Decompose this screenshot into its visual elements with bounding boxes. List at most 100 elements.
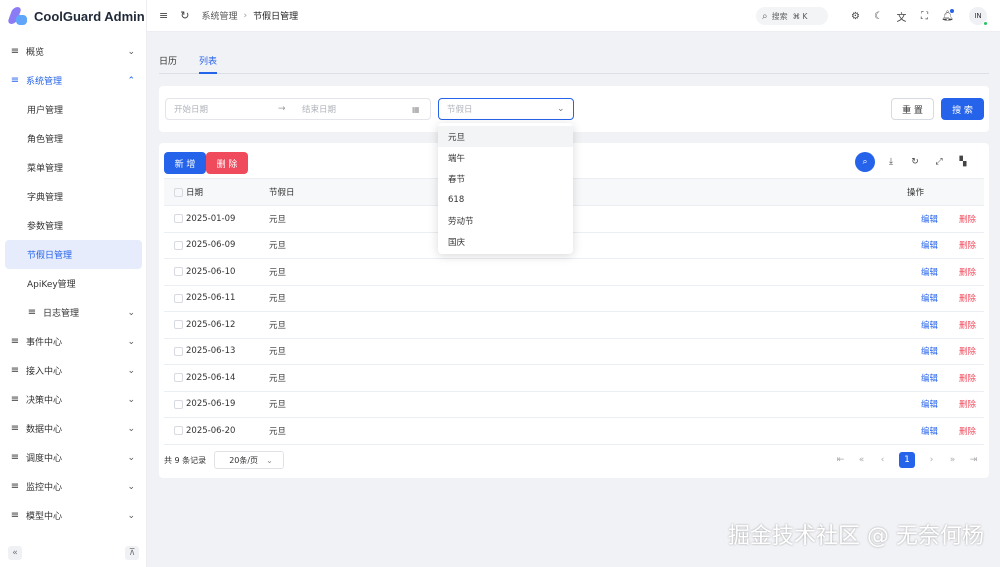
delete-link[interactable]: 删除 xyxy=(959,398,976,410)
reset-button[interactable]: 重 置 xyxy=(891,98,934,120)
sidebar-item-access[interactable]: ≡ 接入中心 ⌄ xyxy=(0,356,147,385)
row-checkbox[interactable] xyxy=(173,214,183,224)
next-page-icon[interactable]: › xyxy=(921,455,942,465)
search-icon: ⌕ xyxy=(762,10,768,22)
row-checkbox[interactable] xyxy=(173,399,183,409)
collapse-icon[interactable]: « xyxy=(8,546,22,560)
list-icon: ≡ xyxy=(10,423,20,434)
column-header-ops: 操作 xyxy=(907,188,925,198)
menu-toggle-icon[interactable]: ≡ xyxy=(159,9,168,22)
refresh-icon[interactable]: ↻ xyxy=(903,157,927,167)
edit-link[interactable]: 编辑 xyxy=(921,372,938,384)
settings-icon[interactable]: ⚙ xyxy=(844,11,867,22)
edit-link[interactable]: 编辑 xyxy=(921,292,938,304)
delete-link[interactable]: 删除 xyxy=(959,292,976,304)
next-group-icon[interactable]: » xyxy=(942,455,963,465)
edit-link[interactable]: 编辑 xyxy=(921,266,938,278)
sidebar-item-schedule[interactable]: ≡ 调度中心 ⌄ xyxy=(0,443,147,472)
delete-link[interactable]: 删除 xyxy=(959,266,976,278)
sidebar-item-events[interactable]: ≡ 事件中心 ⌄ xyxy=(0,327,147,356)
end-date-input[interactable]: 结束日期 xyxy=(298,103,412,115)
sidebar-item-logs[interactable]: ≡ 日志管理 ⌄ xyxy=(0,298,147,327)
delete-link[interactable]: 删除 xyxy=(959,372,976,384)
row-checkbox[interactable] xyxy=(173,293,183,303)
tab-list[interactable]: 列表 xyxy=(199,51,218,74)
sidebar-item-decision[interactable]: ≡ 决策中心 ⌄ xyxy=(0,385,147,414)
date-range-picker[interactable]: 开始日期 → 结束日期 ▦ xyxy=(165,98,431,120)
sidebar-item-model[interactable]: ≡ 模型中心 ⌄ xyxy=(0,501,147,530)
columns-icon[interactable]: ▚ xyxy=(951,157,975,167)
add-button[interactable]: 新 增 xyxy=(164,152,206,174)
global-search[interactable]: ⌕ 搜索 ⌘ K xyxy=(756,7,828,25)
dropdown-option[interactable]: 国庆 xyxy=(438,231,573,252)
sidebar-item-apikey[interactable]: ApiKey管理 xyxy=(0,269,147,298)
row-checkbox[interactable] xyxy=(173,346,183,356)
chevron-down-icon: ⌄ xyxy=(127,452,135,463)
edit-link[interactable]: 编辑 xyxy=(921,239,938,251)
edit-link[interactable]: 编辑 xyxy=(921,345,938,357)
sidebar-item-monitor[interactable]: ≡ 监控中心 ⌄ xyxy=(0,472,147,501)
search-button[interactable]: 搜 索 xyxy=(941,98,984,120)
breadcrumb-item[interactable]: 系统管理 xyxy=(201,9,237,22)
sidebar-item-data[interactable]: ≡ 数据中心 ⌄ xyxy=(0,414,147,443)
last-page-icon[interactable]: ⇥ xyxy=(963,455,984,465)
download-icon[interactable]: ⤓ xyxy=(879,157,903,167)
bell-icon[interactable]: 🔔︎ xyxy=(936,8,959,22)
cell-ops: 编辑 删除 xyxy=(889,425,984,437)
arrow-right-icon: → xyxy=(278,104,286,114)
edit-link[interactable]: 编辑 xyxy=(921,319,938,331)
row-checkbox[interactable] xyxy=(173,267,183,277)
batch-delete-button[interactable]: 删 除 xyxy=(206,152,248,174)
cell-date: 2025-06-12 xyxy=(186,319,236,330)
sidebar-item-system[interactable]: ≡ 系统管理 ⌃ xyxy=(0,66,147,95)
logo-icon xyxy=(6,6,28,26)
refresh-icon[interactable]: ↻ xyxy=(180,9,189,22)
row-checkbox[interactable] xyxy=(173,426,183,436)
sidebar-item-overview[interactable]: ≡ 概览 ⌄ xyxy=(0,37,147,66)
sidebar-item-roles[interactable]: 角色管理 xyxy=(0,124,147,153)
delete-link[interactable]: 删除 xyxy=(959,239,976,251)
cell-holiday: 元旦 xyxy=(269,400,287,411)
cell-date: 2025-01-09 xyxy=(186,213,236,224)
row-checkbox[interactable] xyxy=(173,373,183,383)
brand[interactable]: CoolGuard Admin xyxy=(0,0,146,32)
prev-page-icon[interactable]: ‹ xyxy=(872,455,893,465)
dark-mode-icon[interactable]: ☾ xyxy=(867,11,890,22)
delete-link[interactable]: 删除 xyxy=(959,345,976,357)
translate-icon[interactable]: 文 xyxy=(890,9,913,24)
tab-calendar[interactable]: 日历 xyxy=(159,51,177,74)
dropdown-option[interactable]: 618 xyxy=(438,189,573,210)
delete-link[interactable]: 删除 xyxy=(959,319,976,331)
sidebar-item-menus[interactable]: 菜单管理 xyxy=(0,153,147,182)
delete-link[interactable]: 删除 xyxy=(959,213,976,225)
avatar[interactable]: IN xyxy=(969,7,988,26)
prev-group-icon[interactable]: « xyxy=(851,455,872,465)
holiday-table: 日期 节假日 操作 2025-01-09 元旦 编辑 删除 2025-06-09 元旦 编辑… xyxy=(164,178,984,445)
row-checkbox[interactable] xyxy=(173,240,183,250)
sidebar-menu: ≡ 概览 ⌄ ≡ 系统管理 ⌃ 用户管理 角色管理 菜单管理 字典管理 参数管理… xyxy=(0,37,147,530)
holiday-select[interactable]: 节假日 ⌄ xyxy=(438,98,574,120)
chevron-down-icon: ⌄ xyxy=(127,336,135,347)
page-number[interactable]: 1 xyxy=(899,452,915,468)
fullscreen-icon[interactable]: ⤢ xyxy=(927,157,951,167)
row-checkbox[interactable] xyxy=(173,320,183,330)
fullscreen-icon[interactable]: ⛶ xyxy=(913,11,936,22)
page-size-select[interactable]: 20条/页 ⌄ xyxy=(214,451,285,469)
start-date-input[interactable]: 开始日期 xyxy=(166,103,278,115)
sidebar-item-params[interactable]: 参数管理 xyxy=(0,211,147,240)
first-page-icon[interactable]: ⇤ xyxy=(830,455,851,465)
dropdown-option[interactable]: 春节 xyxy=(438,168,573,189)
sidebar-item-holidays[interactable]: 节假日管理 xyxy=(5,240,142,269)
dropdown-option[interactable]: 端午 xyxy=(438,147,573,168)
edit-link[interactable]: 编辑 xyxy=(921,213,938,225)
pin-icon[interactable]: ⊼ xyxy=(125,546,139,560)
edit-link[interactable]: 编辑 xyxy=(921,425,938,437)
search-toggle-icon[interactable]: ⌕ xyxy=(855,152,875,172)
sidebar-item-dict[interactable]: 字典管理 xyxy=(0,182,147,211)
delete-link[interactable]: 删除 xyxy=(959,425,976,437)
dropdown-option[interactable]: 劳动节 xyxy=(438,210,573,231)
dropdown-option[interactable]: 元旦 xyxy=(438,126,573,147)
sidebar-item-users[interactable]: 用户管理 xyxy=(0,95,147,124)
edit-link[interactable]: 编辑 xyxy=(921,398,938,410)
select-all-checkbox[interactable] xyxy=(173,187,183,197)
